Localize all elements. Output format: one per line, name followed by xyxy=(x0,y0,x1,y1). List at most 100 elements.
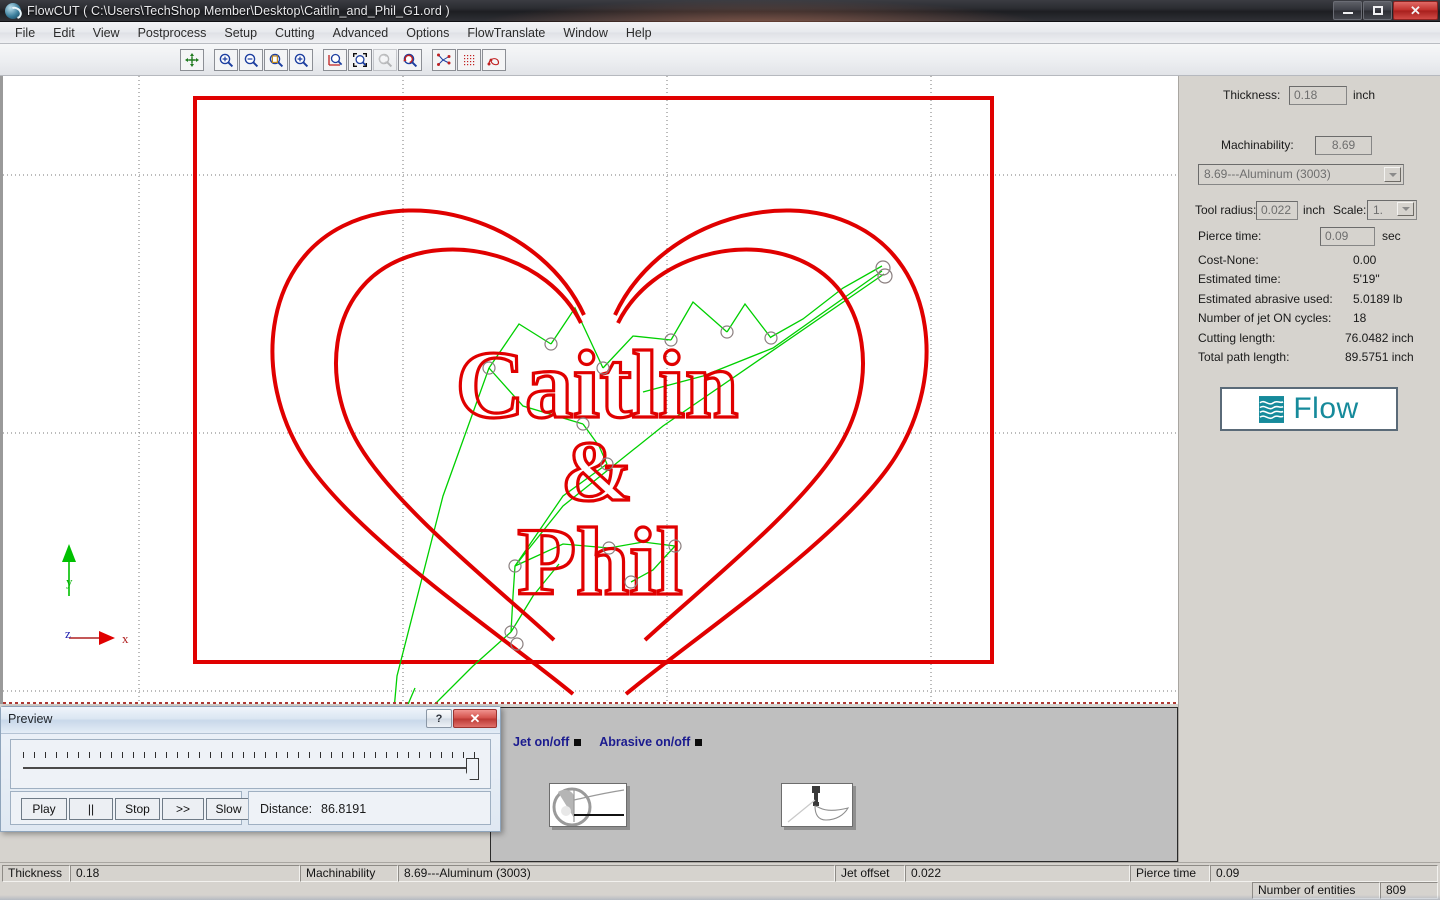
zoom-dynamic-icon[interactable] xyxy=(289,48,313,71)
flow-waves-icon xyxy=(1259,395,1285,423)
design-text-line1: Caitlin xyxy=(456,331,739,438)
status-jet-offset-value: 0.022 xyxy=(905,865,1130,882)
machine-status-panel: Jet on/off Abrasive on/off xyxy=(490,707,1178,862)
thickness-input[interactable]: 0.18 xyxy=(1289,86,1347,105)
preview-slider-ticks xyxy=(23,752,478,758)
scale-select-value: 1. xyxy=(1373,203,1384,217)
show-path-icon[interactable] xyxy=(432,48,456,71)
app-logo-icon xyxy=(5,2,21,19)
parameters-panel: Thickness: 0.18 inch Machinability: 8.69… xyxy=(1178,76,1440,862)
design-text: Caitlin & Phil xyxy=(454,329,740,616)
total-path-value: 89.5751 inch xyxy=(1345,350,1414,364)
menu-cutting[interactable]: Cutting xyxy=(266,24,324,42)
zoom-extents-icon[interactable] xyxy=(323,48,347,71)
slow-button[interactable]: Slow xyxy=(206,798,251,820)
preview-help-button[interactable]: ? xyxy=(426,709,452,728)
zoom-window-icon[interactable] xyxy=(264,48,288,71)
jet-status-indicator xyxy=(574,738,582,746)
close-icon: ✕ xyxy=(1410,3,1421,18)
distance-value: 86.8191 xyxy=(321,802,367,816)
thickness-unit: inch xyxy=(1353,88,1376,102)
window-title: FlowCUT ( C:\Users\TechShop Member\Deskt… xyxy=(27,3,450,18)
window-controls: ✕ xyxy=(1332,1,1438,20)
menubar: File Edit View Postprocess Setup Cutting… xyxy=(0,22,1440,44)
machinability-input[interactable]: 8.69 xyxy=(1315,136,1372,155)
scale-label: Scale: xyxy=(1333,203,1367,217)
play-button[interactable]: Play xyxy=(21,798,67,820)
menu-options[interactable]: Options xyxy=(397,24,458,42)
menu-file[interactable]: File xyxy=(6,24,44,42)
menu-window[interactable]: Window xyxy=(554,24,616,42)
preview-distance-container: Distance: 86.8191 xyxy=(248,791,491,825)
chevron-down-icon[interactable] xyxy=(1384,167,1401,182)
abrasive-used-value: 5.0189 lb xyxy=(1353,292,1403,306)
menu-flowtranslate[interactable]: FlowTranslate xyxy=(458,24,554,42)
design-text-line2: & xyxy=(561,423,633,519)
pierce-time-label: Pierce time: xyxy=(1198,229,1262,243)
drawing-canvas[interactable]: Caitlin & Phil y x z xyxy=(0,76,1178,704)
menu-postprocess[interactable]: Postprocess xyxy=(129,24,216,42)
distance-label: Distance: xyxy=(260,802,313,816)
show-grid-icon[interactable] xyxy=(457,48,481,71)
statusbar-shine xyxy=(0,895,1440,900)
scale-select[interactable]: 1. xyxy=(1367,200,1417,220)
preview-dialog-titlebar: Preview ? ✕ xyxy=(1,707,500,734)
axis-y-label: y xyxy=(66,574,73,589)
pause-button[interactable]: || xyxy=(69,798,113,820)
preview-dialog-controls: ? ✕ xyxy=(425,709,497,728)
status-machinability-value: 8.69---Aluminum (3003) xyxy=(398,865,835,882)
menu-setup[interactable]: Setup xyxy=(215,24,266,42)
jet-onoff-label[interactable]: Jet on/off xyxy=(513,735,569,749)
maximize-button[interactable] xyxy=(1363,1,1392,20)
thickness-label: Thickness: xyxy=(1223,88,1281,102)
flow-brand-logo: Flow xyxy=(1220,387,1398,431)
preview-slider-thumb[interactable] xyxy=(466,758,479,780)
flow-wordmark: Flow xyxy=(1293,392,1359,425)
status-thickness-label: Thickness xyxy=(2,865,70,882)
zoom-out-icon[interactable] xyxy=(239,48,263,71)
menu-edit[interactable]: Edit xyxy=(44,24,84,42)
status-thickness-value: 0.18 xyxy=(70,865,300,882)
window-titlebar: FlowCUT ( C:\Users\TechShop Member\Deskt… xyxy=(0,0,1440,22)
preview-dialog: Preview ? ✕ Play || Stop >> Slow Distanc… xyxy=(0,706,501,832)
tool-radius-input[interactable]: 0.022 xyxy=(1256,201,1298,220)
jet-cycles-label: Number of jet ON cycles: xyxy=(1198,311,1332,325)
menu-advanced[interactable]: Advanced xyxy=(324,24,398,42)
cost-value: 0.00 xyxy=(1353,253,1377,267)
zoom-in-icon[interactable] xyxy=(214,48,238,71)
zoom-fit-icon[interactable] xyxy=(348,48,372,71)
status-pierce-time-label: Pierce time xyxy=(1130,865,1210,882)
abrasive-onoff-label[interactable]: Abrasive on/off xyxy=(599,735,690,749)
menu-view[interactable]: View xyxy=(84,24,129,42)
tool-radius-label: Tool radius: xyxy=(1195,203,1257,217)
preview-slider-track[interactable] xyxy=(23,767,478,769)
material-select[interactable]: 8.69---Aluminum (3003) xyxy=(1198,164,1404,185)
zoom-redo-icon[interactable] xyxy=(398,48,422,71)
cutting-length-label: Cutting length: xyxy=(1198,331,1276,345)
scale-chevron-down-icon[interactable] xyxy=(1397,202,1414,216)
axis-z-label: z xyxy=(65,626,71,641)
abrasive-status-indicator xyxy=(695,738,703,746)
minimize-button[interactable] xyxy=(1333,1,1362,20)
total-path-label: Total path length: xyxy=(1198,350,1290,364)
flowcut-window: FlowCUT ( C:\Users\TechShop Member\Deskt… xyxy=(0,0,1440,900)
material-select-value: 8.69---Aluminum (3003) xyxy=(1204,167,1331,181)
pierce-time-input[interactable]: 0.09 xyxy=(1320,227,1375,246)
preview-dialog-title: Preview xyxy=(8,712,53,726)
status-bar: Thickness 0.18 Machinability 8.69---Alum… xyxy=(0,862,1440,900)
design-text-line3: Phil xyxy=(517,508,682,615)
stop-button[interactable]: Stop xyxy=(115,798,160,820)
jet-cycles-value: 18 xyxy=(1353,311,1367,325)
faster-button[interactable]: >> xyxy=(162,798,204,820)
tool-radius-unit: inch xyxy=(1303,203,1326,217)
pan-icon[interactable] xyxy=(180,48,204,71)
menu-help[interactable]: Help xyxy=(617,24,661,42)
cost-label: Cost-None: xyxy=(1198,253,1259,267)
main-toolbar xyxy=(0,44,1440,76)
zoom-previous-icon[interactable] xyxy=(373,48,397,71)
nozzle-diagram-image xyxy=(549,783,627,827)
show-leads-icon[interactable] xyxy=(482,48,506,71)
close-button[interactable]: ✕ xyxy=(1393,1,1438,20)
axis-triad: y x z xyxy=(62,544,129,646)
preview-close-button[interactable]: ✕ xyxy=(453,709,497,728)
